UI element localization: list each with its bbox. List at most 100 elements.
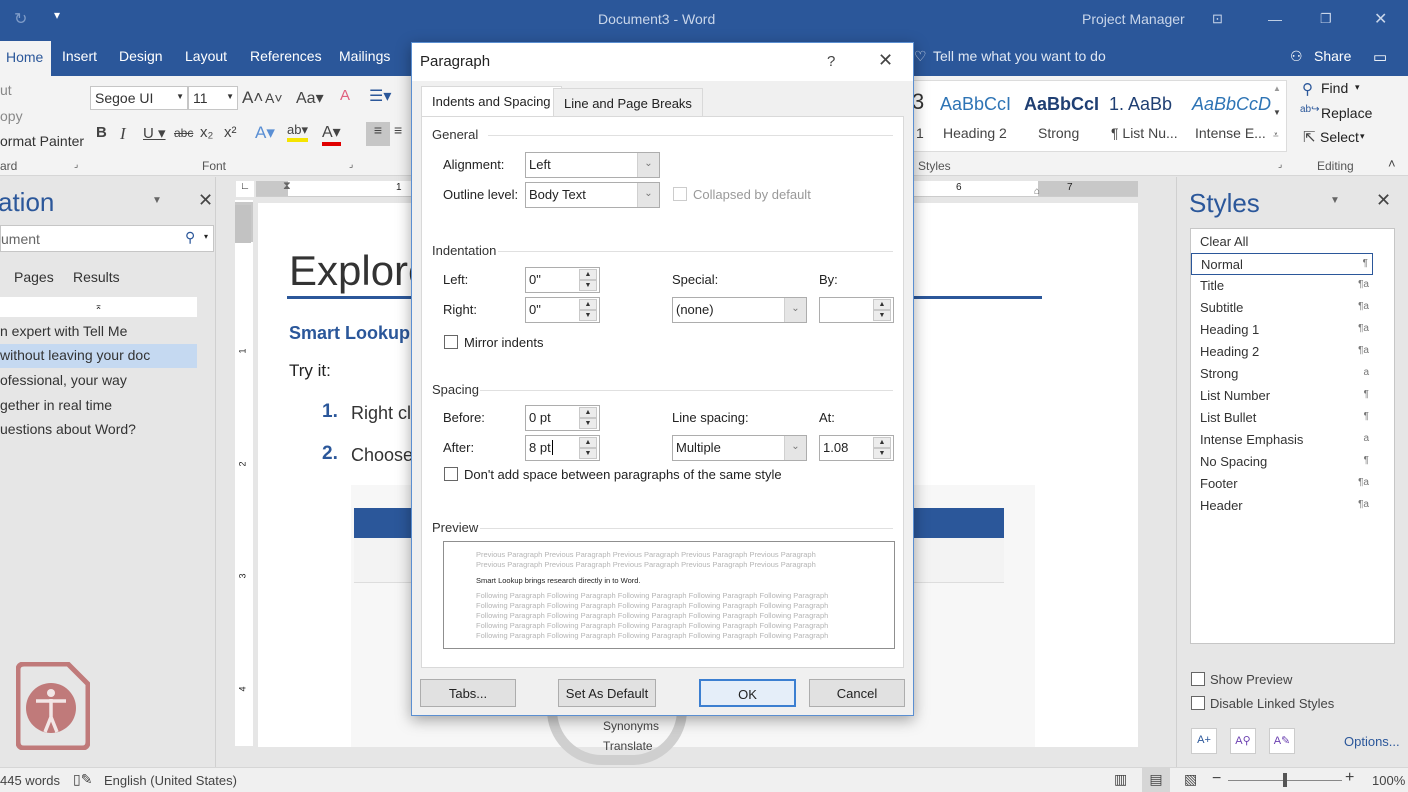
- pane-options-icon[interactable]: ▼: [152, 195, 162, 206]
- gallery-scroll-down-icon[interactable]: ▼: [1273, 108, 1281, 117]
- close-pane-icon[interactable]: ✕: [198, 190, 213, 211]
- style-name-strong[interactable]: Strong: [1038, 125, 1079, 141]
- tab-indents-and-spacing[interactable]: Indents and Spacing: [421, 86, 562, 117]
- align-left-icon[interactable]: ≡: [366, 122, 390, 146]
- spinner[interactable]: ▲ ▼: [579, 437, 597, 459]
- style-item[interactable]: List Number ¶: [1191, 385, 1373, 407]
- web-layout-icon[interactable]: ▧: [1184, 771, 1197, 788]
- nav-heading-item-selected[interactable]: without leaving your doc: [0, 344, 197, 368]
- tab-design[interactable]: Design: [119, 48, 163, 64]
- right-indent-marker-icon[interactable]: ⌂: [1034, 186, 1040, 197]
- gallery-more-icon[interactable]: ⩡: [1273, 130, 1279, 141]
- clear-formatting-icon[interactable]: A: [340, 87, 350, 104]
- indent-marker-icon[interactable]: ⧗: [283, 180, 291, 193]
- spacing-after-input[interactable]: 8 pt ▲ ▼: [525, 435, 600, 461]
- share-button[interactable]: Share: [1314, 48, 1351, 64]
- proofing-icon[interactable]: ▯✎: [73, 771, 92, 788]
- change-case-icon[interactable]: Aa▾: [296, 88, 324, 108]
- style-item[interactable]: Header ¶a: [1191, 495, 1373, 517]
- maximize-icon[interactable]: ❐: [1320, 11, 1332, 27]
- grow-font-icon[interactable]: A˄: [242, 88, 263, 108]
- user-name[interactable]: Project Manager: [1082, 11, 1185, 27]
- find-button[interactable]: Find: [1321, 80, 1348, 96]
- options-link[interactable]: Options...: [1344, 734, 1400, 749]
- tell-me-box[interactable]: Tell me what you want to do: [933, 48, 1106, 64]
- tab-references[interactable]: References: [250, 48, 322, 64]
- gallery-scroll-up-icon[interactable]: ▲: [1273, 84, 1281, 93]
- by-input[interactable]: ▲ ▼: [819, 297, 894, 323]
- mirror-indents-checkbox[interactable]: [444, 335, 458, 349]
- print-layout-icon[interactable]: ▤: [1142, 768, 1170, 792]
- style-item[interactable]: Heading 2 ¶a: [1191, 341, 1373, 363]
- bold-icon[interactable]: B: [96, 124, 107, 141]
- style-item-clear-all[interactable]: Clear All: [1191, 231, 1373, 253]
- strikethrough-icon[interactable]: abc: [174, 126, 193, 140]
- replace-button[interactable]: Replace: [1321, 105, 1372, 121]
- tab-line-and-page-breaks[interactable]: Line and Page Breaks: [553, 88, 703, 116]
- right-indent-input[interactable]: 0" ▲ ▼: [525, 297, 600, 323]
- center-icon[interactable]: ≡: [394, 122, 402, 138]
- manage-styles-icon[interactable]: A✎: [1269, 728, 1295, 754]
- nav-heading-item[interactable]: uestions about Word?: [0, 418, 197, 442]
- spin-down-icon[interactable]: ▼: [873, 310, 891, 321]
- font-size-combo[interactable]: 11 ▼: [188, 86, 238, 110]
- tabs-button[interactable]: Tabs...: [420, 679, 516, 707]
- nav-heading-item[interactable]: n expert with Tell Me: [0, 320, 197, 344]
- spin-up-icon[interactable]: ▲: [579, 437, 597, 448]
- tab-selector-icon[interactable]: ∟: [236, 181, 254, 197]
- minimize-icon[interactable]: —: [1268, 11, 1282, 27]
- help-button[interactable]: ?: [827, 53, 835, 70]
- chevron-down-icon[interactable]: ▾: [204, 232, 208, 241]
- read-mode-icon[interactable]: ▥: [1114, 771, 1127, 788]
- cancel-button[interactable]: Cancel: [809, 679, 905, 707]
- text-effects-icon[interactable]: A▾: [255, 123, 275, 143]
- style-sample-intense-emphasis[interactable]: AaBbCcD: [1192, 94, 1271, 115]
- style-item[interactable]: Subtitle ¶a: [1191, 297, 1373, 319]
- tab-insert[interactable]: Insert: [62, 48, 97, 64]
- style-item[interactable]: Heading 1 ¶a: [1191, 319, 1373, 341]
- line-spacing-select[interactable]: Multiple ⌄: [672, 435, 807, 461]
- tab-layout[interactable]: Layout: [185, 48, 227, 64]
- highlight-icon[interactable]: ab▾: [287, 122, 308, 142]
- spin-up-icon[interactable]: ▲: [579, 269, 597, 280]
- collapsed-by-default-checkbox[interactable]: [673, 187, 687, 201]
- italic-icon[interactable]: I: [120, 124, 126, 144]
- style-sample-list-number[interactable]: 1. AaBb: [1109, 94, 1172, 115]
- word-count[interactable]: 445 words: [0, 773, 60, 788]
- redo-icon[interactable]: ↻: [14, 9, 27, 29]
- copy-button[interactable]: opy: [0, 108, 23, 124]
- line-spacing-at-input[interactable]: 1.08 ▲ ▼: [819, 435, 894, 461]
- select-button[interactable]: Select: [1320, 129, 1359, 145]
- nav-tab-pages[interactable]: Pages: [14, 269, 54, 285]
- tab-home[interactable]: Home: [0, 41, 52, 76]
- font-name-combo[interactable]: Segoe UI ▼: [90, 86, 188, 110]
- spin-down-icon[interactable]: ▼: [579, 448, 597, 459]
- show-preview-checkbox[interactable]: [1191, 672, 1205, 686]
- new-style-icon[interactable]: A+: [1191, 728, 1217, 754]
- collapse-ribbon-icon[interactable]: ˄: [1388, 156, 1396, 171]
- customize-qat-icon[interactable]: ▾: [54, 8, 60, 22]
- spin-down-icon[interactable]: ▼: [579, 280, 597, 291]
- style-name-partial[interactable]: 1: [916, 125, 924, 141]
- left-indent-input[interactable]: 0" ▲ ▼: [525, 267, 600, 293]
- nav-search-input[interactable]: ument ⚲ ▾: [0, 225, 214, 252]
- close-dialog-icon[interactable]: ✕: [878, 50, 893, 71]
- format-painter-button[interactable]: ormat Painter: [0, 133, 84, 149]
- vertical-ruler[interactable]: 1 2 3 4: [235, 200, 253, 746]
- dialog-launcher-icon[interactable]: ⌟: [1278, 159, 1282, 170]
- nav-heading-item[interactable]: ofessional, your way: [0, 369, 197, 393]
- comments-icon[interactable]: ▭: [1373, 48, 1387, 66]
- alignment-select[interactable]: Left ⌄: [525, 152, 660, 178]
- zoom-level[interactable]: 100%: [1372, 773, 1405, 788]
- collapse-all-icon[interactable]: ⌅: [0, 297, 197, 317]
- style-item[interactable]: Footer ¶a: [1191, 473, 1373, 495]
- outline-level-select[interactable]: Body Text ⌄: [525, 182, 660, 208]
- special-select[interactable]: (none) ⌄: [672, 297, 807, 323]
- close-pane-icon[interactable]: ✕: [1376, 190, 1391, 211]
- spin-down-icon[interactable]: ▼: [579, 310, 597, 321]
- bullets-icon[interactable]: ☰▾: [369, 86, 391, 106]
- shrink-font-icon[interactable]: A˅: [265, 90, 283, 106]
- search-icon[interactable]: ⚲: [185, 229, 195, 246]
- spin-down-icon[interactable]: ▼: [873, 448, 891, 459]
- nav-tab-results[interactable]: Results: [73, 269, 120, 285]
